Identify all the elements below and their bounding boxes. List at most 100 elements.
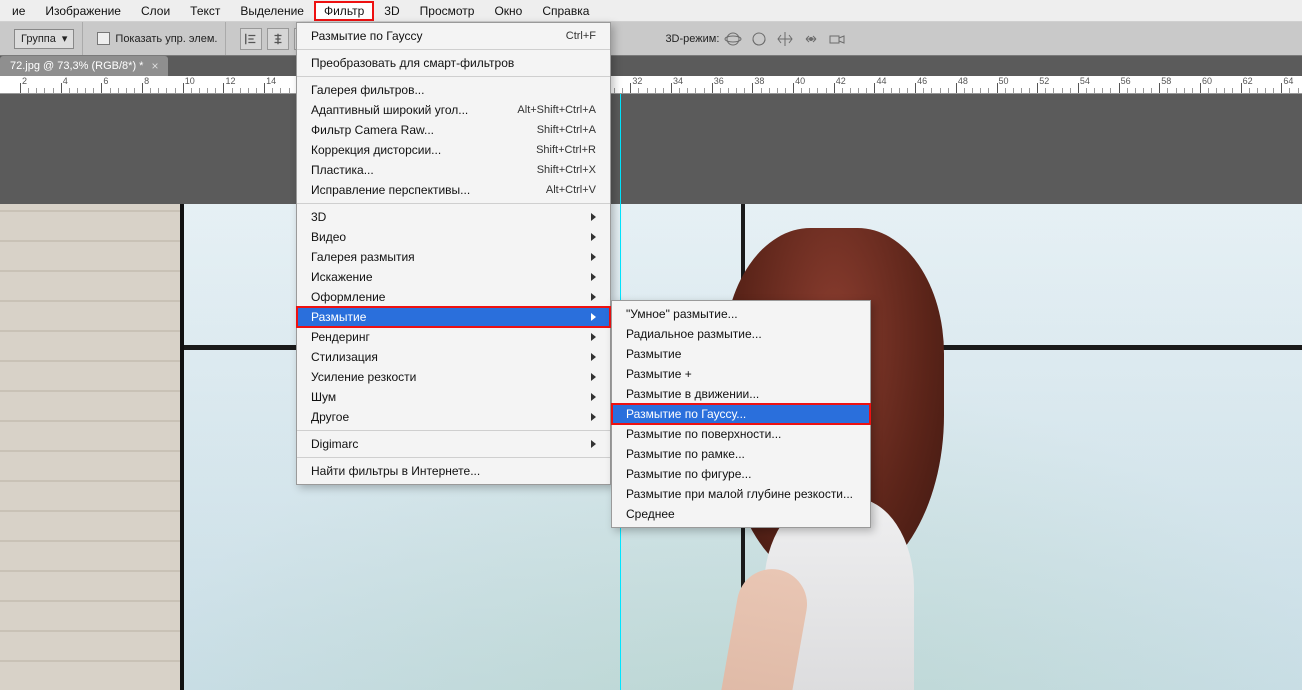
chevron-right-icon	[591, 313, 596, 321]
filter-find-online[interactable]: Найти фильтры в Интернете...	[297, 461, 610, 481]
filter-submenu-render[interactable]: Рендеринг	[297, 327, 610, 347]
group-dropdown[interactable]: Группа ▾	[14, 29, 74, 49]
filter-last-used[interactable]: Размытие по Гауссу Ctrl+F	[297, 26, 610, 46]
ruler-label: 38	[754, 76, 764, 86]
options-bar: Группа ▾ Показать упр. элем. 3D-режим:	[0, 22, 1302, 56]
blur-submenu-popup: "Умное" размытие... Радиальное размытие.…	[611, 300, 871, 528]
chevron-right-icon	[591, 373, 596, 381]
chevron-right-icon	[591, 413, 596, 421]
ruler-label: 36	[714, 76, 724, 86]
menu-layers[interactable]: Слои	[131, 1, 180, 21]
ruler-label: 6	[103, 76, 108, 86]
align-left-icon[interactable]	[240, 28, 262, 50]
ruler-label: 14	[266, 76, 276, 86]
roll-icon[interactable]	[750, 30, 768, 48]
menu-text[interactable]: Текст	[180, 1, 230, 21]
filter-submenu-3d[interactable]: 3D	[297, 207, 610, 227]
menu-image[interactable]: Изображение	[35, 1, 131, 21]
chevron-right-icon	[591, 273, 596, 281]
ruler-label: 2	[22, 76, 27, 86]
blur-shape[interactable]: Размытие по фигуре...	[612, 464, 870, 484]
chevron-right-icon	[591, 440, 596, 448]
filter-submenu-other[interactable]: Другое	[297, 407, 610, 427]
filter-submenu-video[interactable]: Видео	[297, 227, 610, 247]
ruler-label: 54	[1080, 76, 1090, 86]
ruler-label: 52	[1039, 76, 1049, 86]
slide-icon[interactable]	[802, 30, 820, 48]
filter-liquify[interactable]: Пластика... Shift+Ctrl+X	[297, 160, 610, 180]
filter-convert-smart[interactable]: Преобразовать для смарт-фильтров	[297, 53, 610, 73]
menu-window[interactable]: Окно	[484, 1, 532, 21]
mode-3d-label: 3D-режим:	[665, 33, 719, 45]
filter-lens-correction[interactable]: Коррекция дисторсии... Shift+Ctrl+R	[297, 140, 610, 160]
ruler-label: 10	[185, 76, 195, 86]
blur-box[interactable]: Размытие по рамке...	[612, 444, 870, 464]
ruler-label: 58	[1161, 76, 1171, 86]
filter-submenu-stylize[interactable]: Оформление	[297, 287, 610, 307]
mode-3d-group: 3D-режим:	[657, 22, 854, 55]
orbit-icon[interactable]	[724, 30, 742, 48]
blur-blur[interactable]: Размытие	[612, 344, 870, 364]
ruler-label: 48	[958, 76, 968, 86]
show-controls-group: Показать упр. элем.	[89, 22, 226, 55]
blur-surface[interactable]: Размытие по поверхности...	[612, 424, 870, 444]
document-tab-row: 72.jpg @ 73,3% (RGB/8*) * ×	[0, 56, 1302, 76]
ruler-label: 60	[1202, 76, 1212, 86]
filter-submenu-blur-gallery[interactable]: Галерея размытия	[297, 247, 610, 267]
document-tab[interactable]: 72.jpg @ 73,3% (RGB/8*) * ×	[0, 56, 168, 76]
blur-lens[interactable]: Размытие при малой глубине резкости...	[612, 484, 870, 504]
menu-select[interactable]: Выделение	[230, 1, 314, 21]
menu-filter[interactable]: Фильтр	[314, 1, 374, 21]
pan-icon[interactable]	[776, 30, 794, 48]
ruler-label: 46	[917, 76, 927, 86]
image-region-wall	[0, 204, 180, 690]
chevron-down-icon: ▾	[62, 32, 68, 45]
filter-submenu-blur[interactable]: Размытие	[297, 307, 610, 327]
blur-more[interactable]: Размытие +	[612, 364, 870, 384]
filter-menu-popup: Размытие по Гауссу Ctrl+F Преобразовать …	[296, 22, 611, 485]
filter-submenu-stylization[interactable]: Стилизация	[297, 347, 610, 367]
ruler-label: 64	[1283, 76, 1293, 86]
filter-gallery[interactable]: Галерея фильтров...	[297, 80, 610, 100]
align-center-icon[interactable]	[267, 28, 289, 50]
ruler-label: 32	[632, 76, 642, 86]
filter-submenu-noise[interactable]: Шум	[297, 387, 610, 407]
filter-digimarc[interactable]: Digimarc	[297, 434, 610, 454]
chevron-right-icon	[591, 253, 596, 261]
blur-radial[interactable]: Радиальное размытие...	[612, 324, 870, 344]
horizontal-ruler: 2468101214161820222426283032343638404244…	[0, 76, 1302, 94]
filter-submenu-distort[interactable]: Искажение	[297, 267, 610, 287]
menu-3d[interactable]: 3D	[374, 1, 409, 21]
chevron-right-icon	[591, 333, 596, 341]
menu-view[interactable]: Просмотр	[410, 1, 485, 21]
menu-help[interactable]: Справка	[532, 1, 599, 21]
ruler-label: 34	[673, 76, 683, 86]
chevron-right-icon	[591, 213, 596, 221]
show-controls-label: Показать упр. элем.	[115, 33, 217, 45]
camera-icon[interactable]	[828, 30, 846, 48]
blur-average[interactable]: Среднее	[612, 504, 870, 524]
blur-gaussian[interactable]: Размытие по Гауссу...	[612, 404, 870, 424]
ruler-label: 62	[1243, 76, 1253, 86]
filter-adaptive-wide[interactable]: Адаптивный широкий угол... Alt+Shift+Ctr…	[297, 100, 610, 120]
ruler-label: 8	[144, 76, 149, 86]
blur-motion[interactable]: Размытие в движении...	[612, 384, 870, 404]
show-controls-checkbox[interactable]	[97, 32, 110, 45]
document-tab-title: 72.jpg @ 73,3% (RGB/8*) *	[10, 60, 143, 72]
chevron-right-icon	[591, 293, 596, 301]
chevron-right-icon	[591, 353, 596, 361]
close-icon[interactable]: ×	[151, 59, 158, 73]
menu-edit-truncated[interactable]: ие	[2, 1, 35, 21]
ruler-label: 42	[836, 76, 846, 86]
ruler-label: 56	[1121, 76, 1131, 86]
main-menubar: ие Изображение Слои Текст Выделение Филь…	[0, 0, 1302, 22]
chevron-right-icon	[591, 233, 596, 241]
blur-smart[interactable]: "Умное" размытие...	[612, 304, 870, 324]
ruler-label: 40	[795, 76, 805, 86]
group-dropdown-label: Группа	[21, 33, 56, 45]
ruler-label: 4	[63, 76, 68, 86]
filter-camera-raw[interactable]: Фильтр Camera Raw... Shift+Ctrl+A	[297, 120, 610, 140]
filter-vanishing-point[interactable]: Исправление перспективы... Alt+Ctrl+V	[297, 180, 610, 200]
filter-submenu-sharpen[interactable]: Усиление резкости	[297, 367, 610, 387]
ruler-label: 44	[876, 76, 886, 86]
